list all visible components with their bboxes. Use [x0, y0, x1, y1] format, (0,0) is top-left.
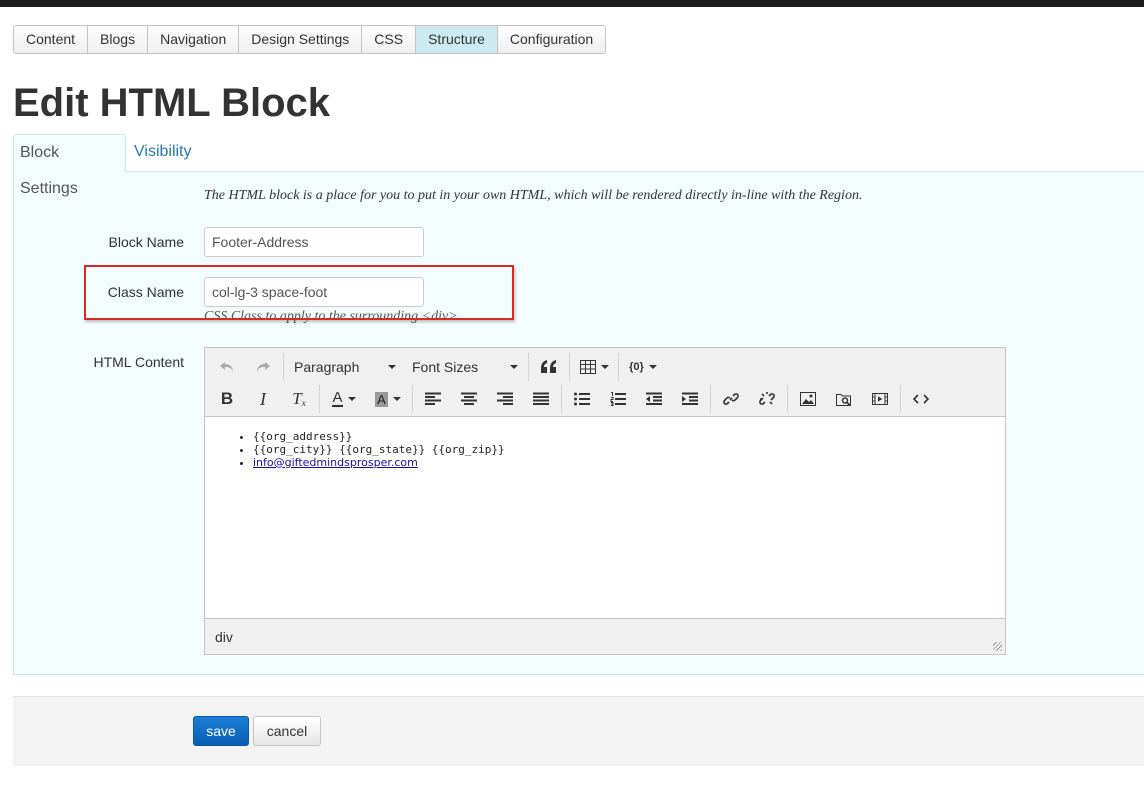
media-icon[interactable] — [862, 384, 898, 414]
paragraph-format-dropdown[interactable]: Paragraph — [286, 352, 404, 382]
tab-block-settings[interactable]: Block Settings — [13, 134, 126, 197]
table-icon[interactable] — [572, 352, 616, 382]
page-title: Edit HTML Block — [13, 81, 331, 125]
save-button[interactable]: save — [193, 716, 249, 746]
element-path[interactable]: div — [215, 629, 233, 645]
editor-content-area[interactable]: {{org_address}} {{org_city}} {{org_state… — [205, 418, 1005, 618]
paragraph-format-label: Paragraph — [294, 359, 360, 375]
toolbar-row-2: B I Tx A A — [209, 384, 939, 414]
chevron-down-icon — [347, 397, 356, 401]
nav-item-blogs[interactable]: Blogs — [88, 26, 149, 53]
align-left-icon[interactable] — [415, 384, 451, 414]
toolbar-separator — [412, 385, 413, 413]
toolbar-separator — [787, 385, 788, 413]
toolbar-separator — [618, 353, 619, 381]
admin-nav: Content Blogs Navigation Design Settings… — [13, 25, 607, 54]
list-item: info@giftedmindsprosper.com — [253, 456, 505, 469]
chevron-down-icon — [600, 365, 609, 369]
form-actions-bar — [13, 696, 1144, 766]
browse-files-icon[interactable] — [826, 384, 862, 414]
nav-item-css[interactable]: CSS — [362, 26, 417, 53]
undo-icon[interactable] — [209, 352, 245, 382]
editor-status-bar: div — [205, 618, 1005, 654]
unlink-icon[interactable] — [749, 384, 785, 414]
bold-icon[interactable]: B — [209, 384, 245, 414]
html-content-label: HTML Content — [93, 354, 184, 370]
cancel-button[interactable]: cancel — [253, 716, 321, 746]
clear-format-icon[interactable]: Tx — [281, 384, 317, 414]
toolbar-separator — [561, 385, 562, 413]
chevron-down-icon — [392, 397, 401, 401]
align-right-icon[interactable] — [487, 384, 523, 414]
intro-text: The HTML block is a place for you to put… — [204, 188, 863, 203]
link-icon[interactable] — [713, 384, 749, 414]
background-color-icon[interactable]: A — [366, 384, 410, 414]
italic-icon[interactable]: I — [245, 384, 281, 414]
block-name-label: Block Name — [108, 234, 184, 250]
indent-icon[interactable] — [672, 384, 708, 414]
email-link[interactable]: info@giftedmindsprosper.com — [253, 456, 418, 469]
block-name-input[interactable] — [204, 227, 424, 257]
blockquote-icon[interactable] — [531, 352, 567, 382]
toolbar-separator — [319, 385, 320, 413]
toolbar-row-1: Paragraph Font Sizes {0} — [209, 352, 665, 382]
align-center-icon[interactable] — [451, 384, 487, 414]
chevron-down-icon — [648, 365, 657, 369]
toolbar-separator — [528, 353, 529, 381]
bullet-list-icon[interactable] — [564, 384, 600, 414]
nav-item-content[interactable]: Content — [14, 26, 89, 53]
address-list: {{org_address}} {{org_city}} {{org_state… — [205, 430, 505, 469]
toolbar-separator — [900, 385, 901, 413]
highlight-box — [84, 265, 514, 320]
chevron-down-icon — [388, 365, 396, 369]
nav-item-navigation[interactable]: Navigation — [148, 26, 240, 53]
editor-toolbar: Paragraph Font Sizes {0} B I T x A A — [205, 348, 1005, 417]
numbered-list-icon[interactable] — [600, 384, 636, 414]
toolbar-separator — [710, 385, 711, 413]
list-item: {{org_address}} — [253, 430, 505, 443]
toolbar-separator — [569, 353, 570, 381]
chevron-down-icon — [510, 365, 518, 369]
nav-item-design-settings[interactable]: Design Settings — [239, 26, 363, 53]
code-icon[interactable] — [903, 384, 939, 414]
list-item: {{org_city}} {{org_state}} {{org_zip}} — [253, 443, 505, 456]
font-sizes-label: Font Sizes — [412, 359, 479, 375]
outdent-icon[interactable] — [636, 384, 672, 414]
toolbar-separator — [283, 353, 284, 381]
nav-item-configuration[interactable]: Configuration — [498, 26, 605, 53]
redo-icon[interactable] — [245, 352, 281, 382]
image-icon[interactable] — [790, 384, 826, 414]
font-sizes-dropdown[interactable]: Font Sizes — [404, 352, 526, 382]
resize-handle-icon[interactable] — [993, 642, 1002, 651]
justify-icon[interactable] — [523, 384, 559, 414]
tab-visibility[interactable]: Visibility — [128, 134, 198, 172]
variables-icon[interactable]: {0} — [621, 352, 665, 382]
html-editor: Paragraph Font Sizes {0} B I T x A A • {… — [204, 347, 1006, 655]
top-bar — [0, 0, 1144, 7]
text-color-icon[interactable]: A — [322, 384, 366, 414]
nav-item-structure[interactable]: Structure — [416, 26, 498, 53]
